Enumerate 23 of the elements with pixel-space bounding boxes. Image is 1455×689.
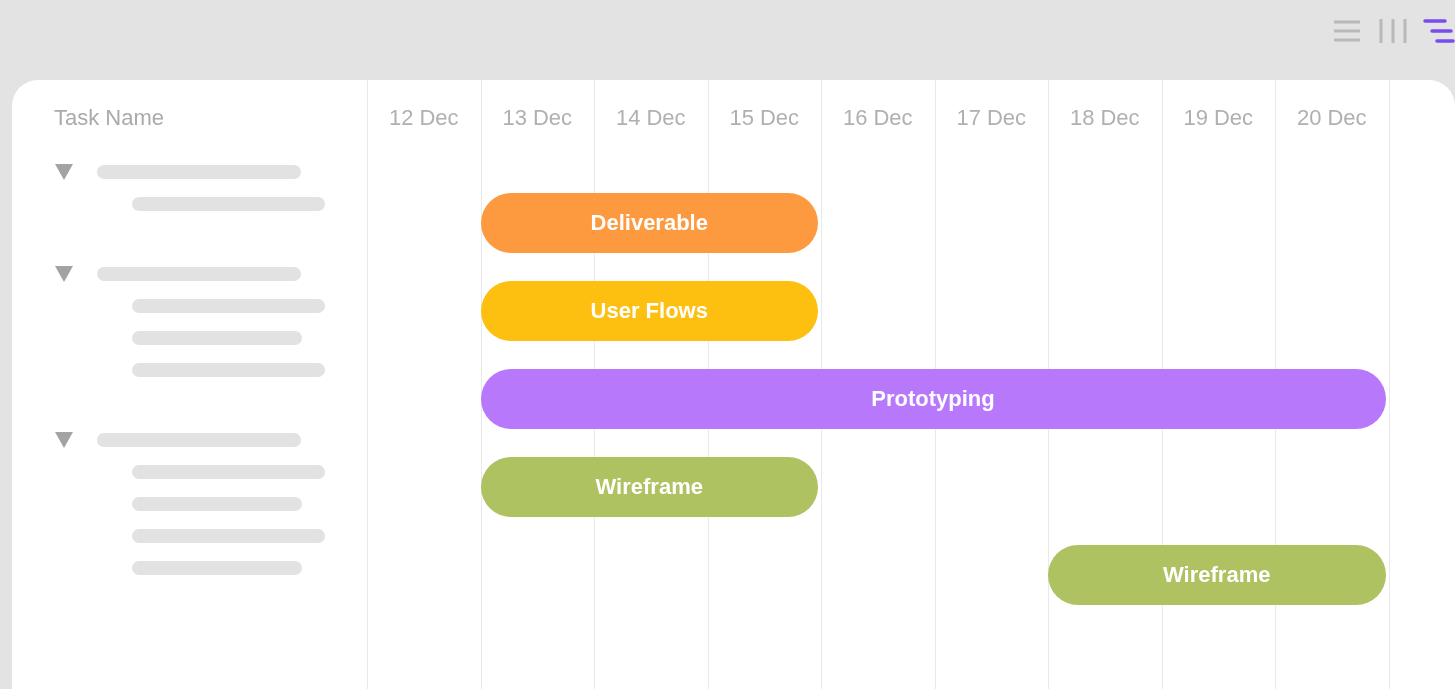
date-header: 18 Dec [1068,104,1141,131]
date-header: 17 Dec [955,104,1028,131]
view-toggle-button[interactable] [1377,16,1409,46]
date-header: 19 Dec [1182,104,1255,131]
date-header: 16 Dec [841,104,914,131]
caret-down-icon[interactable] [55,266,73,282]
caret-down-icon[interactable] [55,432,73,448]
caret-down-icon[interactable] [55,164,73,180]
column-header: Task Name [54,104,165,131]
task-bar[interactable]: User Flows [480,281,818,341]
task-bar[interactable]: Deliverable [480,193,818,253]
view-toggle-button[interactable] [1423,16,1455,46]
task-bar[interactable]: Wireframe [1048,545,1386,605]
task-bar[interactable]: Wireframe [480,457,818,517]
columns-view-icon [1378,18,1408,44]
list-view-icon [1333,18,1361,44]
date-header: 13 Dec [501,104,574,131]
date-header: 20 Dec [1295,104,1368,131]
date-header: 14 Dec [614,104,687,131]
date-header: 15 Dec [728,104,801,131]
task-bar[interactable]: Prototyping [480,369,1386,429]
date-header: 12 Dec [387,104,460,131]
gantt-view-icon [1423,17,1455,45]
